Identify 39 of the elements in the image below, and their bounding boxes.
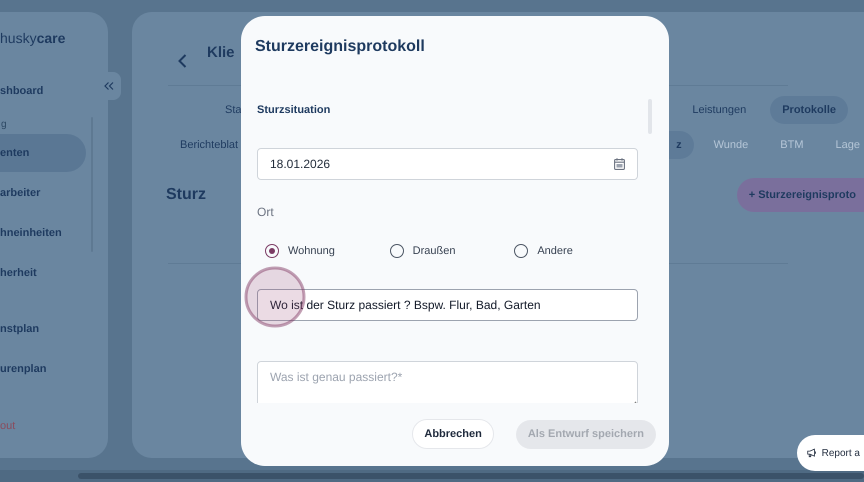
section-label: g [0,118,8,132]
tab[interactable]: Protokolle [770,96,848,124]
radio-option[interactable]: Andere [514,242,640,259]
details-field[interactable]: Was ist genau passiert?* [257,361,638,403]
subtab[interactable]: Lage [824,131,864,159]
section-label: Sturzsituation [257,103,332,118]
nav-item[interactable]: nstplan [0,310,86,348]
calendar-icon[interactable] [614,158,625,170]
nav-item[interactable]: enten [0,134,86,172]
report-button[interactable]: Report a [797,435,864,471]
double-chevron-left-icon [104,82,114,90]
subtab[interactable]: Berichteblat [168,131,250,159]
page-title: Klie [207,43,235,63]
field-label: Ort [257,204,275,220]
radio-option[interactable]: Draußen [390,242,514,259]
section-heading: Sturz [166,185,206,205]
nav-item[interactable]: herheit [0,254,86,292]
tab[interactable]: Leistungen [680,96,758,124]
nav-item[interactable]: arbeiter [0,174,86,212]
dialog-title: Sturzereignisprotokoll [255,37,426,57]
radio-button[interactable] [390,244,404,258]
nav-item[interactable]: shboard [0,72,86,110]
tab[interactable]: Sta [213,96,254,124]
add-protocol-button[interactable]: + Sturzereignisproto [736,178,864,212]
radio-button[interactable] [514,244,528,258]
logout-link[interactable]: out [0,414,60,438]
radio-option[interactable]: Wohnung [265,242,390,259]
subtab[interactable]: BTM [768,131,816,159]
cancel-button[interactable]: Abbrechen [412,419,494,449]
horizontal-scrollbar[interactable] [0,470,864,482]
nav-item[interactable]: hneinheiten [0,214,86,252]
subtab[interactable]: Wunde [702,131,760,159]
logo: huskycare [0,29,66,48]
megaphone-icon [807,447,817,459]
location-field[interactable]: Wo ist der Sturz passiert ? Bspw. Flur, Bad, Garten [257,289,638,321]
date-field[interactable]: 18.01.2026 [257,148,638,180]
click-indicator [244,266,306,328]
radio-button[interactable] [265,244,279,258]
nav-item[interactable]: urenplan [0,350,86,388]
